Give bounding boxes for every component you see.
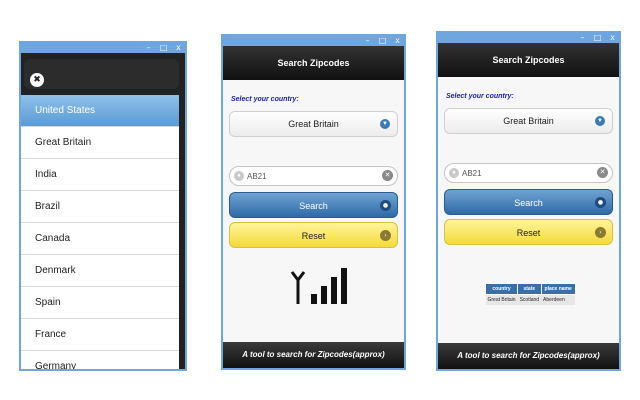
zip-field: ● ✕ (229, 166, 398, 186)
list-item[interactable]: Canada (21, 223, 179, 255)
page-title: Search Zipcodes (438, 43, 619, 77)
country-list: United States Great Britain India Brazil… (21, 95, 179, 369)
arrow-right-icon: › (380, 230, 391, 241)
clear-icon[interactable]: ✕ (382, 170, 393, 181)
close-button[interactable]: x (608, 33, 617, 42)
search-button-label: Search (299, 201, 328, 211)
selected-country: Great Britain (503, 116, 554, 126)
zip-input[interactable] (247, 169, 367, 183)
table-cell: Aberdeen (541, 294, 576, 305)
chevron-down-icon: ▼ (595, 116, 605, 126)
list-item[interactable]: India (21, 159, 179, 191)
column-header: place name (540, 283, 576, 295)
arrow-right-icon: › (595, 227, 606, 238)
column-header: state (517, 283, 542, 295)
reset-button[interactable]: Reset › (444, 219, 613, 245)
column-header: country (484, 283, 519, 295)
search-icon: ● (380, 200, 391, 211)
search-icon: ● (595, 197, 606, 208)
window-titlebar: – □ x (19, 41, 187, 53)
footer-text: A tool to search for Zipcodes(approx) (438, 343, 619, 369)
window-titlebar: – □ x (221, 34, 406, 46)
results-table: country state place name Great Britain S… (484, 283, 576, 305)
list-item[interactable]: Great Britain (21, 127, 179, 159)
search-window-loading: – □ x Search Zipcodes Select your countr… (221, 34, 406, 370)
picker-header: ✖ (21, 53, 185, 95)
maximize-button[interactable]: □ (378, 36, 387, 45)
window-content: ✖ United States Great Britain India Braz… (21, 53, 185, 369)
maximize-button[interactable]: □ (159, 43, 168, 52)
search-button[interactable]: Search ● (444, 189, 613, 215)
search-window-results: – □ x Search Zipcodes Select your countr… (436, 31, 621, 371)
signal-loading-icon (290, 268, 347, 304)
zip-field: ● ✕ (444, 163, 613, 183)
close-button[interactable]: x (393, 36, 402, 45)
country-picker-window: – □ x ✖ United States Great Britain Indi… (19, 41, 187, 371)
list-item[interactable]: Germany (21, 351, 179, 369)
chevron-down-icon: ▼ (380, 119, 390, 129)
list-item[interactable]: United States (21, 95, 179, 127)
reset-button-label: Reset (516, 228, 541, 238)
table-cell: Great Britain (485, 294, 518, 305)
page-title: Search Zipcodes (223, 46, 404, 80)
reset-button-label: Reset (301, 231, 326, 241)
picker-header-bar (24, 59, 179, 89)
minimize-button[interactable]: – (363, 36, 372, 45)
country-prompt: Select your country: (231, 96, 299, 103)
country-select[interactable]: Great Britain ▼ (444, 108, 613, 134)
minimize-button[interactable]: – (144, 43, 153, 52)
search-icon: ● (449, 168, 459, 178)
clear-icon[interactable]: ✕ (597, 167, 608, 178)
table-row: Great Britain Scotland Aberdeen (485, 294, 576, 305)
close-icon[interactable]: ✖ (30, 73, 44, 87)
list-item[interactable]: France (21, 319, 179, 351)
table-cell: Scotland (517, 294, 542, 305)
list-item[interactable]: Denmark (21, 255, 179, 287)
search-button[interactable]: Search ● (229, 192, 398, 218)
footer-text: A tool to search for Zipcodes(approx) (223, 342, 404, 368)
table-header-row: country state place name (484, 283, 576, 295)
minimize-button[interactable]: – (578, 33, 587, 42)
close-button[interactable]: x (174, 43, 183, 52)
reset-button[interactable]: Reset › (229, 222, 398, 248)
selected-country: Great Britain (288, 119, 339, 129)
zip-input[interactable] (462, 166, 582, 180)
search-button-label: Search (514, 198, 543, 208)
search-icon: ● (234, 171, 244, 181)
country-select[interactable]: Great Britain ▼ (229, 111, 398, 137)
maximize-button[interactable]: □ (593, 33, 602, 42)
window-content: Search Zipcodes Select your country: Gre… (223, 46, 404, 368)
window-titlebar: – □ x (436, 31, 621, 43)
list-item[interactable]: Spain (21, 287, 179, 319)
country-prompt: Select your country: (446, 93, 514, 100)
scrollbar[interactable] (179, 95, 185, 369)
list-item[interactable]: Brazil (21, 191, 179, 223)
window-content: Search Zipcodes Select your country: Gre… (438, 43, 619, 369)
